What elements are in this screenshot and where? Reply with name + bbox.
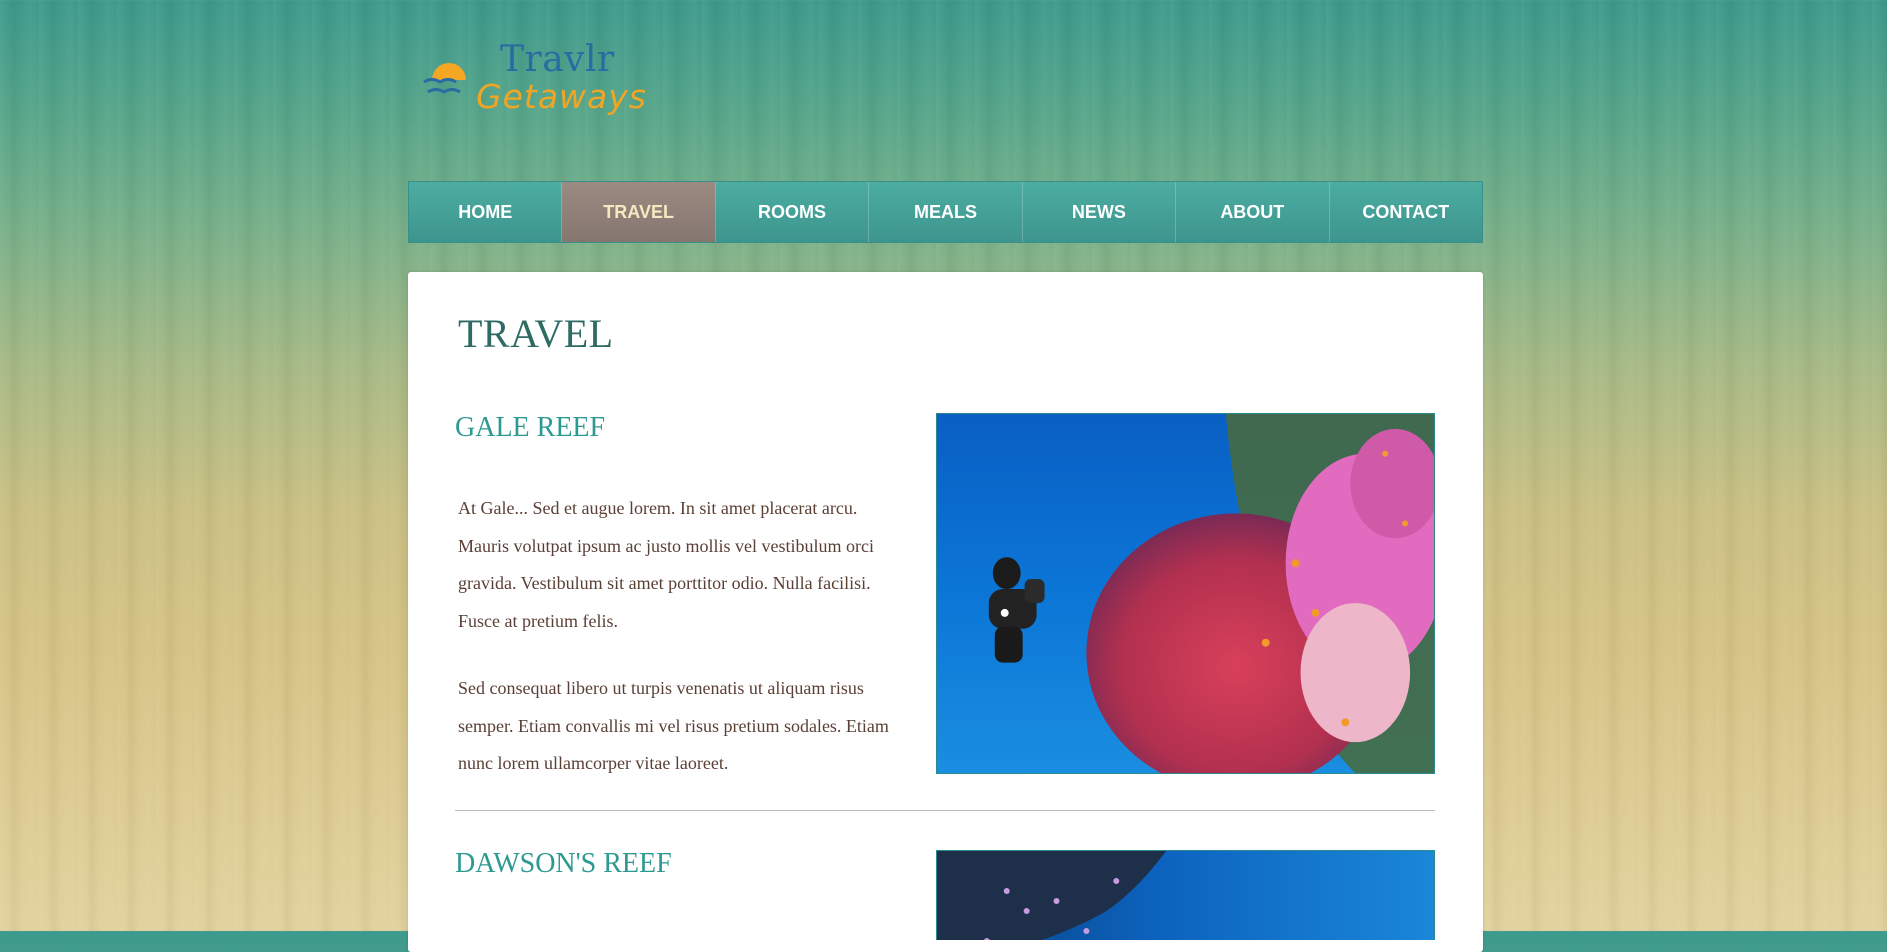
gale-reef-paragraph-2: Sed consequat libero ut turpis venenatis… [458, 678, 889, 773]
site-logo[interactable]: Travlr Getaways [418, 39, 650, 124]
content-panel: TRAVEL GALE REEF At Gale... Sed et augue… [408, 272, 1483, 952]
section-title-gale-reef: GALE REEF [455, 412, 606, 443]
logo-text-travlr: Travlr [500, 39, 615, 80]
nav-item-meals[interactable]: MEALS [869, 182, 1023, 242]
nav-item-news[interactable]: NEWS [1023, 182, 1177, 242]
main-nav: HOME TRAVEL ROOMS MEALS NEWS ABOUT CONTA… [408, 181, 1483, 243]
gale-reef-photo [936, 413, 1435, 774]
nav-item-rooms[interactable]: ROOMS [716, 182, 870, 242]
section-title-dawsons-reef: DAWSON'S REEF [455, 848, 672, 879]
page-title: TRAVEL [458, 311, 614, 356]
nav-item-home[interactable]: HOME [409, 182, 563, 242]
logo-text-getaways: Getaways [476, 77, 647, 116]
dawsons-reef-photo [936, 850, 1435, 940]
nav-item-about[interactable]: ABOUT [1176, 182, 1330, 242]
nav-item-travel[interactable]: TRAVEL [562, 182, 716, 242]
nav-item-contact[interactable]: CONTACT [1330, 182, 1482, 242]
gale-reef-paragraph-1: At Gale... Sed et augue lorem. In sit am… [458, 498, 874, 631]
section-divider [455, 810, 1435, 811]
